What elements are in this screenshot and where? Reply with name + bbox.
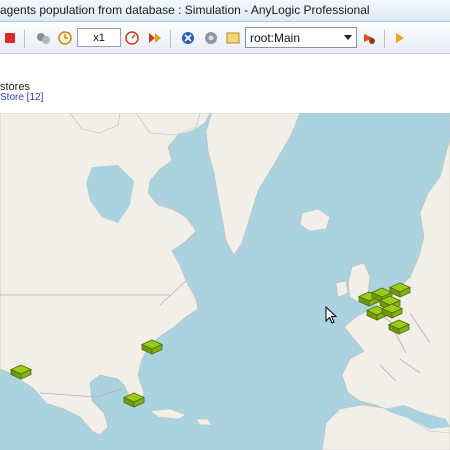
speed-field[interactable]: x1 bbox=[77, 28, 121, 47]
step-icon[interactable] bbox=[33, 28, 53, 48]
experiment-icon[interactable] bbox=[178, 28, 198, 48]
camera-icon[interactable] bbox=[201, 28, 221, 48]
gis-map[interactable] bbox=[0, 112, 450, 450]
toolbar: x1 root:Main bbox=[0, 22, 450, 54]
stop-icon[interactable] bbox=[0, 28, 20, 48]
title-bar: agents population from database : Simula… bbox=[0, 0, 450, 22]
forward-icon[interactable] bbox=[359, 28, 379, 48]
map-canvas bbox=[0, 112, 450, 450]
toolbar-separator bbox=[24, 30, 25, 48]
toolbar-separator bbox=[384, 30, 385, 48]
store-population-link[interactable]: Store [12] bbox=[0, 92, 43, 103]
chevron-down-icon[interactable] bbox=[340, 28, 356, 47]
store-marker-europe-6[interactable] bbox=[381, 303, 403, 319]
store-marker-europe-7[interactable] bbox=[388, 319, 410, 335]
speed-icon[interactable] bbox=[122, 28, 142, 48]
navigator-dropdown[interactable]: root:Main bbox=[245, 27, 357, 48]
toolbar-separator bbox=[170, 30, 171, 48]
navigator-value: root:Main bbox=[250, 31, 301, 45]
navigate-icon[interactable] bbox=[223, 28, 243, 48]
store-marker-west-coast[interactable] bbox=[10, 364, 32, 380]
mouse-cursor-icon bbox=[325, 306, 337, 324]
window-title: agents population from database : Simula… bbox=[0, 3, 370, 17]
run-until-icon[interactable] bbox=[144, 28, 164, 48]
clock-icon[interactable] bbox=[55, 28, 75, 48]
play-icon[interactable] bbox=[390, 28, 410, 48]
model-canvas: stores Store [12] bbox=[0, 55, 450, 113]
store-marker-east-coast[interactable] bbox=[141, 339, 163, 355]
store-marker-florida[interactable] bbox=[123, 392, 145, 408]
